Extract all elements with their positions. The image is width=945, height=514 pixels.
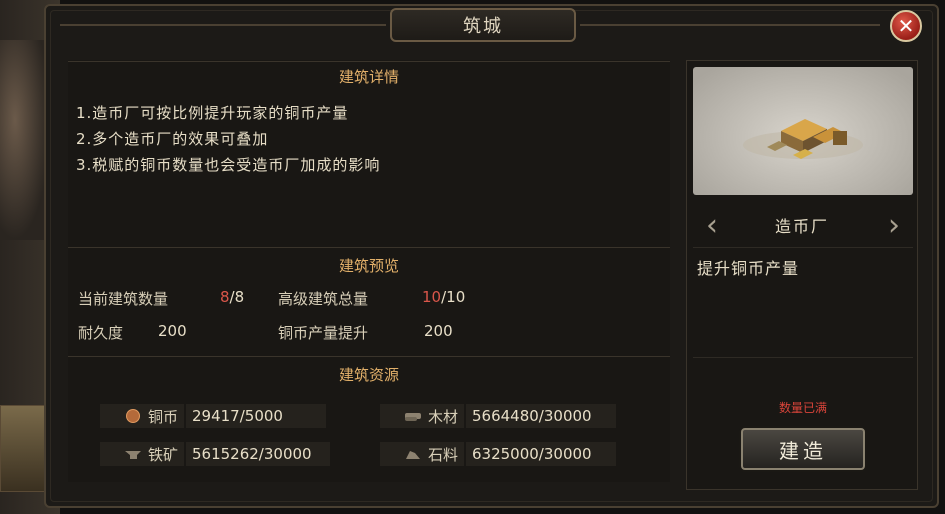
- current-count-value: 8/8: [220, 288, 245, 306]
- preview-header: 建筑预览: [338, 257, 399, 275]
- resource-name: 木材: [427, 407, 458, 426]
- wood-icon: [404, 409, 422, 423]
- resource-row-stone: 石料 6325000/30000: [380, 441, 616, 467]
- resources-header: 建筑资源: [338, 366, 399, 384]
- build-button[interactable]: 建造: [741, 428, 865, 470]
- detail-line-3: 3.税赋的铜币数量也会受造币厂加成的影响: [76, 156, 381, 174]
- background-character: [0, 40, 50, 240]
- advanced-total-value: 10/10: [422, 288, 466, 306]
- chevron-right-icon: ›: [888, 207, 900, 243]
- current-count-label: 当前建筑数量: [78, 290, 169, 308]
- divider: [693, 247, 913, 248]
- detail-line-1: 1.造币厂可按比例提升玩家的铜币产量: [76, 104, 349, 122]
- resource-value: 6325000/30000: [466, 442, 616, 466]
- resource-row-copper: 铜币 29417/5000: [100, 403, 326, 429]
- dialog-title: 筑城: [390, 8, 576, 42]
- divider: [68, 356, 670, 357]
- divider: [693, 357, 913, 358]
- close-icon: ✕: [897, 14, 915, 38]
- resource-name: 石料: [427, 445, 458, 464]
- background-city-thumbnail: [0, 405, 46, 492]
- divider: [68, 247, 670, 248]
- building-preview-image: [693, 67, 913, 195]
- building-info-panel: 建筑详情 1.造币厂可按比例提升玩家的铜币产量 2.多个造币厂的效果可叠加 3.…: [68, 60, 670, 482]
- resource-value: 5664480/30000: [466, 404, 616, 428]
- resource-name: 铁矿: [147, 445, 178, 464]
- status-note: 数量已满: [778, 401, 827, 415]
- detail-line-2: 2.多个造币厂的效果可叠加: [76, 130, 269, 148]
- iron-ore-icon: [124, 447, 142, 461]
- building-name: 造币厂: [774, 217, 829, 236]
- copper-coin-icon: [124, 409, 142, 423]
- title-divider-left: [60, 24, 386, 26]
- next-building-button[interactable]: ›: [883, 207, 905, 243]
- details-header: 建筑详情: [338, 68, 399, 86]
- resource-value: 29417/5000: [186, 404, 326, 428]
- building-description: 提升铜币产量: [697, 259, 800, 278]
- resource-name: 铜币: [147, 407, 178, 426]
- divider: [68, 61, 670, 62]
- durability-label: 耐久度: [78, 324, 124, 342]
- building-card: ‹ 造币厂 › 提升铜币产量 数量已满 建造: [686, 60, 918, 490]
- title-divider-right: [580, 24, 880, 26]
- chevron-left-icon: ‹: [706, 207, 718, 243]
- advanced-total-label: 高级建筑总量: [278, 290, 369, 308]
- resource-value: 5615262/30000: [186, 442, 330, 466]
- durability-value: 200: [158, 322, 187, 340]
- resource-row-wood: 木材 5664480/30000: [380, 403, 616, 429]
- prev-building-button[interactable]: ‹: [701, 207, 723, 243]
- copper-boost-label: 铜币产量提升: [278, 324, 369, 342]
- close-button[interactable]: ✕: [890, 10, 922, 42]
- stone-icon: [404, 447, 422, 461]
- copper-boost-value: 200: [424, 322, 453, 340]
- resource-row-iron: 铁矿 5615262/30000: [100, 441, 330, 467]
